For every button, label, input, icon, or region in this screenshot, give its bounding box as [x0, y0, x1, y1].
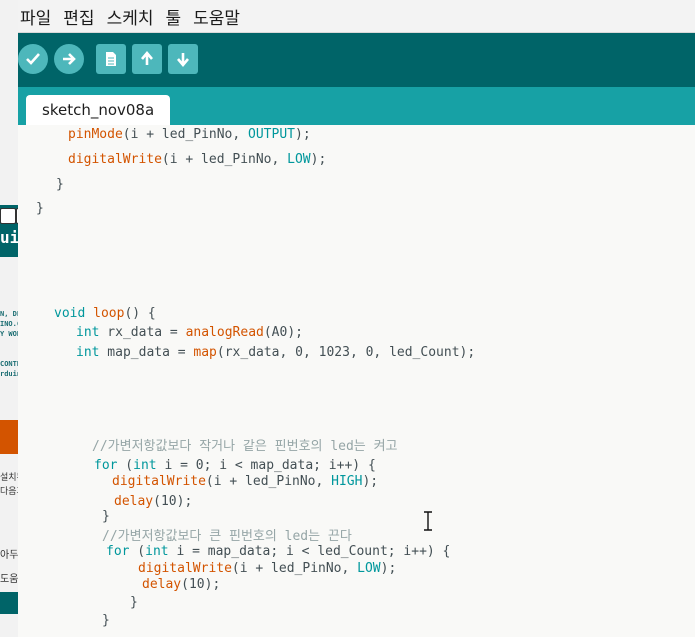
code-token: void [54, 306, 86, 321]
code-line: digitalWrite(i + led_PinNo, LOW); [68, 152, 326, 167]
code-token: for [94, 458, 118, 473]
code-token: } [56, 177, 64, 192]
code-token: //가변저항값보다 작거나 같은 핀번호의 led는 켜고 [92, 439, 398, 454]
code-token: (10); [153, 494, 193, 509]
code-token: LOW [357, 561, 381, 576]
code-token: } [102, 509, 110, 524]
code-token: //가변저항값보다 큰 핀번호의 led는 끈다 [102, 529, 352, 544]
save-button[interactable] [168, 44, 198, 74]
code-token: rx_data = [99, 325, 186, 340]
code-token: digitalWrite [138, 561, 232, 576]
code-token: ); [380, 561, 397, 576]
code-token: loop [93, 306, 125, 321]
code-token: ( [117, 458, 134, 473]
arrow-right-icon [63, 53, 76, 65]
code-line: } [56, 177, 64, 192]
code-token: delay [142, 577, 182, 592]
code-line: pinMode(i + led_PinNo, OUTPUT); [68, 127, 311, 142]
code-line: int rx_data = analogRead(A0); [76, 325, 303, 340]
menu-help[interactable]: 도움말 [193, 4, 240, 29]
code-token: digitalWrite [68, 152, 162, 167]
code-token: (i + led_PinNo, [161, 152, 288, 167]
code-token: (rx_data, 0, 1023, 0, led_Count); [216, 345, 476, 360]
code-token: analogRead [185, 325, 264, 340]
code-line: void loop() { [54, 306, 156, 321]
new-button[interactable] [96, 44, 126, 74]
code-token: ); [310, 152, 327, 167]
open-button[interactable] [132, 44, 162, 74]
code-token: () { [124, 306, 156, 321]
code-token: LOW [287, 152, 311, 167]
code-token: ); [362, 474, 379, 489]
code-token: pinMode [68, 127, 123, 142]
menu-sketch[interactable]: 스케치 [107, 4, 154, 29]
check-icon [26, 53, 40, 65]
code-token: map [193, 345, 217, 360]
code-token: (10); [181, 577, 221, 592]
code-token: map_data = [99, 345, 194, 360]
menu-tools[interactable]: 툴 [165, 4, 181, 29]
toolbar [18, 33, 695, 87]
code-token: } [102, 613, 110, 628]
code-token: (i + led_PinNo, [122, 127, 249, 142]
code-token: i = 0; i < map_data; i++) { [156, 458, 376, 473]
arrow-down-icon [177, 53, 189, 68]
code-token: HIGH [331, 474, 363, 489]
code-token: ( [129, 544, 146, 559]
code-token: OUTPUT [248, 127, 295, 142]
arduino-ide-window: 파일 편집 스케치 툴 도움말 sketch_nov08a pinMode(i … [18, 0, 695, 637]
code-token: int [133, 458, 157, 473]
code-line: } [102, 509, 110, 524]
menu-file[interactable]: 파일 [20, 4, 51, 29]
code-token: delay [114, 494, 154, 509]
code-token: (A0); [263, 325, 303, 340]
tab-sketch[interactable]: sketch_nov08a [26, 95, 171, 125]
code-line: } [130, 595, 138, 610]
menu-edit[interactable]: 편집 [63, 4, 94, 29]
code-line: digitalWrite(i + led_PinNo, HIGH); [112, 474, 378, 489]
code-editor[interactable]: pinMode(i + led_PinNo, OUTPUT); digitalW… [18, 125, 695, 637]
new-file-icon [106, 52, 116, 66]
upload-button[interactable] [54, 44, 84, 74]
code-token: digitalWrite [112, 474, 206, 489]
code-token: int [76, 345, 100, 360]
verify-button[interactable] [18, 44, 48, 74]
code-line: } [36, 201, 44, 216]
code-token: i = map_data; i < led_Count; i++) { [168, 544, 451, 559]
text-cursor-icon [424, 511, 432, 531]
code-line: delay(10); [142, 577, 220, 592]
code-line: int map_data = map(rx_data, 0, 1023, 0, … [76, 345, 475, 360]
code-token: int [145, 544, 169, 559]
code-token: for [106, 544, 130, 559]
code-token: ); [295, 127, 311, 142]
tab-bar: sketch_nov08a [18, 87, 695, 125]
arrow-up-icon [141, 50, 153, 65]
code-token: } [130, 595, 138, 610]
check-icon [0, 208, 16, 224]
code-line: digitalWrite(i + led_PinNo, LOW); [138, 561, 396, 576]
menu-bar: 파일 편집 스케치 툴 도움말 [18, 0, 695, 33]
code-line: delay(10); [114, 494, 192, 509]
code-line: } [102, 613, 110, 628]
code-token: int [76, 325, 100, 340]
code-line: //가변저항값보다 작거나 같은 핀번호의 led는 켜고 [92, 435, 398, 454]
code-token: (i + led_PinNo, [231, 561, 358, 576]
code-token: } [36, 201, 44, 216]
code-line: //가변저항값보다 큰 핀번호의 led는 끈다 [102, 525, 352, 544]
code-line: for (int i = 0; i < map_data; i++) { [94, 458, 376, 473]
code-token: (i + led_PinNo, [205, 474, 332, 489]
code-line: for (int i = map_data; i < led_Count; i+… [106, 544, 450, 559]
